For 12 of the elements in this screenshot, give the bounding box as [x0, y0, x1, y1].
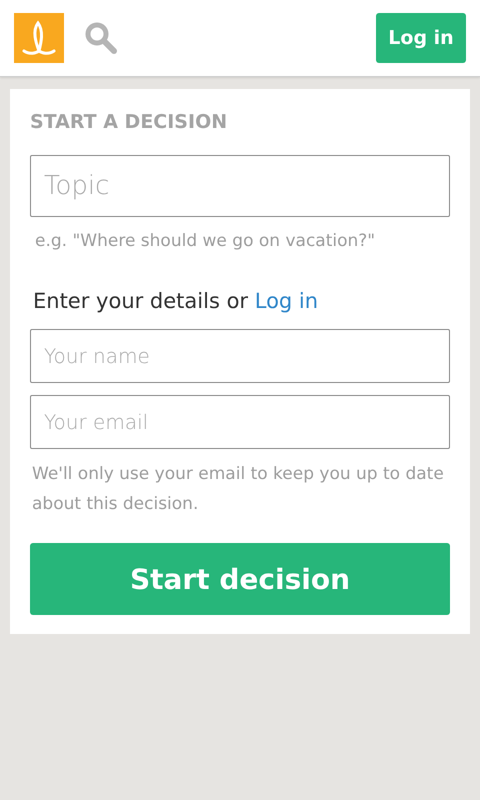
name-field[interactable]: Your name	[30, 329, 450, 383]
details-prompt: Enter your details or Log in	[33, 289, 320, 313]
logo-icon[interactable]	[14, 13, 64, 63]
start-decision-button[interactable]: Start decision	[30, 543, 450, 615]
topic-hint: e.g. "Where should we go on vacation?"	[35, 231, 376, 251]
form-title: START A DECISION	[30, 111, 228, 133]
search-icon[interactable]	[84, 21, 118, 55]
login-button[interactable]: Log in	[376, 13, 466, 63]
login-link[interactable]: Log in	[254, 289, 318, 313]
email-note: We'll only use your email to keep you up to date about this decision.	[32, 463, 445, 516]
topic-field[interactable]: Topic	[30, 155, 450, 217]
email-field[interactable]: Your email	[30, 395, 450, 449]
